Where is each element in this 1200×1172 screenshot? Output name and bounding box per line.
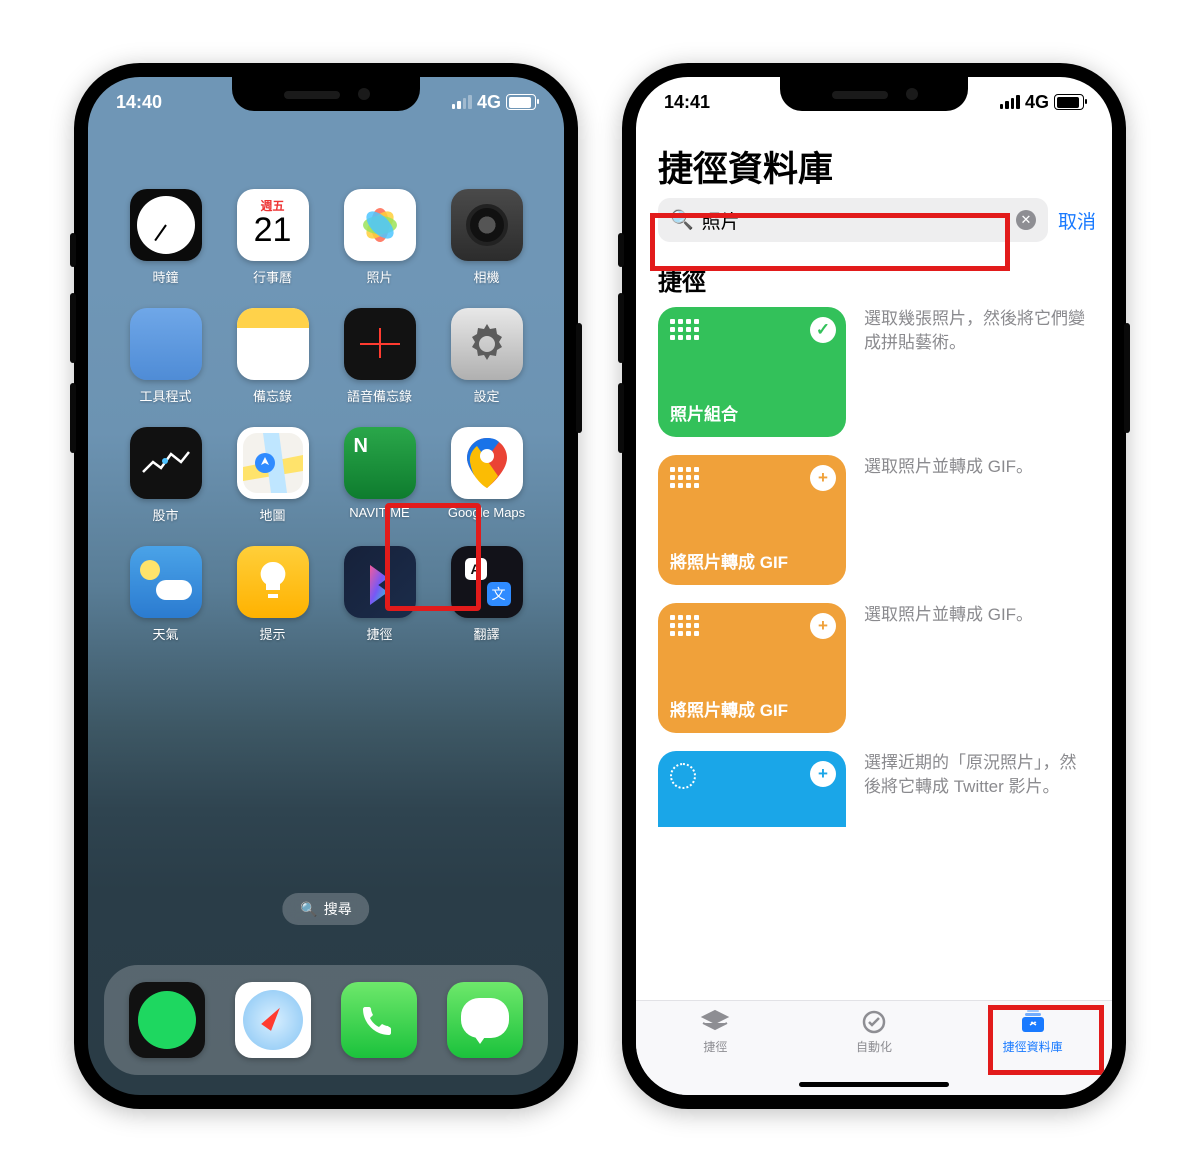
app-label: 股市 bbox=[152, 505, 178, 524]
app-label: 語音備忘錄 bbox=[347, 386, 412, 405]
dock-app-safari[interactable] bbox=[235, 982, 311, 1058]
folder-icon bbox=[130, 308, 202, 380]
check-icon: ✓ bbox=[810, 317, 836, 343]
navitime-icon bbox=[344, 427, 416, 499]
app-weather[interactable]: 天氣 bbox=[112, 546, 219, 643]
app-voice-memos[interactable]: 語音備忘錄 bbox=[326, 308, 433, 405]
app-photos[interactable]: 照片 bbox=[326, 189, 433, 286]
network-label: 4G bbox=[477, 92, 501, 113]
battery-icon bbox=[506, 94, 536, 110]
network-label: 4G bbox=[1025, 92, 1049, 113]
card-description: 選取照片並轉成 GIF。 bbox=[864, 455, 1090, 585]
dock-app-messages[interactable] bbox=[447, 982, 523, 1058]
clock-icon bbox=[130, 189, 202, 261]
plus-icon[interactable]: + bbox=[810, 465, 836, 491]
notes-icon bbox=[237, 308, 309, 380]
gear-icon bbox=[451, 308, 523, 380]
app-notes[interactable]: 備忘錄 bbox=[219, 308, 326, 405]
app-label: 照片 bbox=[366, 267, 392, 286]
app-label: 工具程式 bbox=[139, 386, 191, 405]
signal-icon bbox=[1000, 95, 1020, 109]
stack-icon bbox=[700, 1009, 730, 1035]
stocks-icon bbox=[130, 427, 202, 499]
app-label: 翻譯 bbox=[473, 624, 499, 643]
app-label: 捷徑 bbox=[366, 624, 392, 643]
battery-icon bbox=[1054, 94, 1084, 110]
shortcut-card[interactable]: + 將照片轉成 GIF bbox=[658, 603, 846, 733]
app-maps[interactable]: 地圖 bbox=[219, 427, 326, 524]
app-camera[interactable]: 相機 bbox=[433, 189, 540, 286]
home-screen: 14:40 4G 時鐘 週五21 行事曆 照片 相機 工具程式 備忘錄 語音備忘錄… bbox=[88, 77, 564, 1095]
highlight-shortcuts-app bbox=[385, 503, 481, 611]
card-description: 選擇近期的「原況照片」，然後將它轉成 Twitter 影片。 bbox=[864, 751, 1090, 827]
weather-icon bbox=[130, 546, 202, 618]
list-item[interactable]: + 將照片轉成 GIF 選取照片並轉成 GIF。 bbox=[658, 603, 1090, 733]
home-indicator[interactable] bbox=[799, 1082, 949, 1087]
status-time: 14:40 bbox=[116, 92, 162, 113]
card-title: 照片組合 bbox=[670, 400, 834, 425]
app-label: 相機 bbox=[473, 267, 499, 286]
app-utility-folder[interactable]: 工具程式 bbox=[112, 308, 219, 405]
photos-icon bbox=[344, 189, 416, 261]
card-title: 將照片轉成 GIF bbox=[670, 548, 834, 573]
tab-label: 捷徑 bbox=[703, 1038, 727, 1055]
automation-icon bbox=[859, 1009, 889, 1035]
list-item[interactable]: + 將照片轉成 GIF 選取照片並轉成 GIF。 bbox=[658, 455, 1090, 585]
page-title: 捷徑資料庫 bbox=[636, 127, 1112, 198]
phone-shortcuts: 14:41 4G 捷徑資料庫 🔍 照片 ✕ 取消 捷徑 bbox=[622, 63, 1126, 1109]
app-label: 天氣 bbox=[152, 624, 178, 643]
search-icon: 🔍 bbox=[300, 901, 317, 918]
voice-memos-icon bbox=[344, 308, 416, 380]
card-description: 選取幾張照片，然後將它們變成拼貼藝術。 bbox=[864, 307, 1090, 437]
google-maps-icon bbox=[451, 427, 523, 499]
card-title: 將照片轉成 GIF bbox=[670, 696, 834, 721]
app-calendar[interactable]: 週五21 行事曆 bbox=[219, 189, 326, 286]
app-label: 行事曆 bbox=[253, 267, 292, 286]
dock bbox=[104, 965, 548, 1075]
plus-icon[interactable]: + bbox=[810, 761, 836, 787]
dock-app-spotify[interactable] bbox=[129, 982, 205, 1058]
app-label: 提示 bbox=[259, 624, 285, 643]
shortcut-list: ✓ 照片組合 選取幾張照片，然後將它們變成拼貼藝術。 + 將照片轉成 GIF 選… bbox=[636, 307, 1112, 1095]
shortcuts-screen: 14:41 4G 捷徑資料庫 🔍 照片 ✕ 取消 捷徑 bbox=[636, 77, 1112, 1095]
camera-icon bbox=[451, 189, 523, 261]
app-tips[interactable]: 提示 bbox=[219, 546, 326, 643]
notch bbox=[780, 77, 968, 111]
signal-icon bbox=[452, 95, 472, 109]
tab-label: 自動化 bbox=[856, 1038, 892, 1055]
shortcut-card[interactable]: + 將照片轉成 GIF bbox=[658, 455, 846, 585]
tab-my-shortcuts[interactable]: 捷徑 bbox=[660, 1009, 770, 1055]
tab-automation[interactable]: 自動化 bbox=[819, 1009, 929, 1055]
lightbulb-icon bbox=[237, 546, 309, 618]
list-item[interactable]: ✓ 照片組合 選取幾張照片，然後將它們變成拼貼藝術。 bbox=[658, 307, 1090, 437]
app-stocks[interactable]: 股市 bbox=[112, 427, 219, 524]
live-photo-icon bbox=[670, 763, 696, 789]
cancel-button[interactable]: 取消 bbox=[1058, 207, 1096, 234]
phone-home: 14:40 4G 時鐘 週五21 行事曆 照片 相機 工具程式 備忘錄 語音備忘錄… bbox=[74, 63, 578, 1109]
search-label: 搜尋 bbox=[324, 899, 352, 919]
shortcut-card[interactable]: ✓ 照片組合 bbox=[658, 307, 846, 437]
app-label: 地圖 bbox=[259, 505, 285, 524]
app-label: 備忘錄 bbox=[253, 386, 292, 405]
app-label: 設定 bbox=[473, 386, 499, 405]
highlight-gallery-tab bbox=[988, 1005, 1104, 1075]
app-label: 時鐘 bbox=[152, 267, 178, 286]
plus-icon[interactable]: + bbox=[810, 613, 836, 639]
app-settings[interactable]: 設定 bbox=[433, 308, 540, 405]
list-item[interactable]: + 原況照片轉 選擇近期的「原況照片」，然後將它轉成 Twitter 影片。 bbox=[658, 751, 1090, 827]
notch bbox=[232, 77, 420, 111]
card-description: 選取照片並轉成 GIF。 bbox=[864, 603, 1090, 733]
dock-app-phone[interactable] bbox=[341, 982, 417, 1058]
apple-maps-icon bbox=[237, 427, 309, 499]
status-time: 14:41 bbox=[664, 92, 710, 113]
shortcut-card[interactable]: + 原況照片轉 bbox=[658, 751, 846, 827]
spotlight-search[interactable]: 🔍 搜尋 bbox=[282, 893, 369, 925]
clear-icon[interactable]: ✕ bbox=[1016, 210, 1036, 230]
calendar-icon: 週五21 bbox=[237, 189, 309, 261]
highlight-search bbox=[650, 213, 1010, 271]
app-clock[interactable]: 時鐘 bbox=[112, 189, 219, 286]
